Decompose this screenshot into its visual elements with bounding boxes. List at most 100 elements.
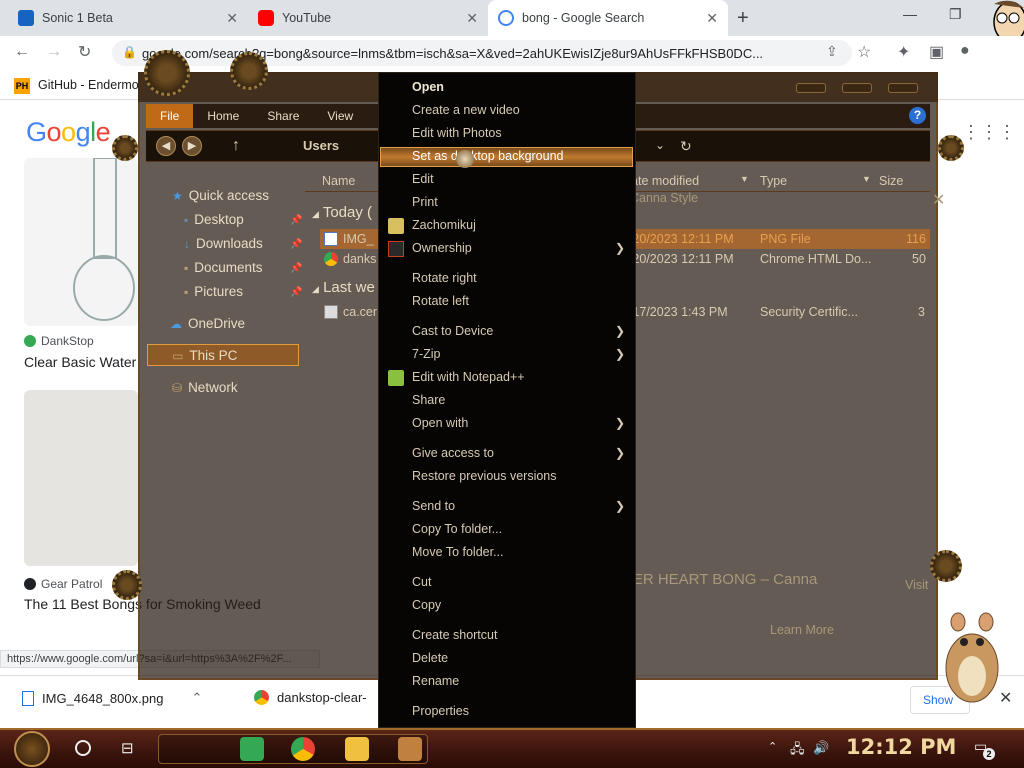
menu-item-edit-photos[interactable]: Edit with Photos (412, 126, 502, 140)
minimize-icon[interactable]: — (903, 6, 917, 22)
ribbon-tab-view[interactable]: View (313, 104, 367, 128)
tab-google-search[interactable]: bong - Google Search ✕ (488, 0, 728, 36)
menu-item-create-shortcut[interactable]: Create shortcut (412, 628, 497, 642)
column-type[interactable]: Type (760, 174, 787, 188)
breadcrumb-users[interactable]: Users (303, 138, 339, 153)
file-explorer-icon[interactable] (345, 737, 369, 761)
nav-documents[interactable]: ▪ Documents (184, 260, 263, 275)
nav-network[interactable]: ⛁ Network (172, 380, 238, 395)
nav-desktop[interactable]: ▪ Desktop (184, 212, 244, 227)
menu-item-open[interactable]: Open (412, 80, 444, 94)
explorer-forward-icon[interactable]: ▶ (182, 136, 202, 156)
menu-item-rotate-left[interactable]: Rotate left (412, 294, 469, 308)
restore-icon[interactable]: ❐ (949, 6, 962, 23)
file-name[interactable]: IMG_ (343, 232, 374, 246)
google-keep-icon[interactable] (240, 737, 264, 761)
menu-item-print[interactable]: Print (412, 195, 438, 209)
new-tab-button[interactable]: + (737, 7, 749, 30)
menu-item-copy[interactable]: Copy (412, 598, 441, 612)
sort-dropdown-icon[interactable]: ▼ (740, 174, 749, 184)
reload-icon[interactable]: ↻ (78, 42, 91, 62)
result-image[interactable] (24, 157, 138, 326)
menu-item-restore-versions[interactable]: Restore previous versions (412, 469, 557, 483)
group-header[interactable]: ◢ Last we (312, 279, 375, 296)
game-app-icon[interactable] (398, 737, 422, 761)
search-icon[interactable] (75, 740, 91, 756)
nav-pictures[interactable]: ▪ Pictures (184, 284, 243, 299)
google-logo[interactable]: Google (26, 117, 111, 148)
forward-icon[interactable]: → (46, 43, 62, 61)
menu-item-ownership[interactable]: Ownership (412, 241, 472, 255)
explorer-back-icon[interactable]: ◀ (156, 136, 176, 156)
tab-youtube[interactable]: YouTube ✕ (248, 0, 488, 36)
bookmark-star-icon[interactable]: ☆ (857, 42, 871, 62)
explorer-close-button[interactable] (888, 83, 918, 93)
menu-item-rotate-right[interactable]: Rotate right (412, 271, 477, 285)
tab-sonic[interactable]: Sonic 1 Beta ✕ (8, 0, 248, 36)
menu-item-zachomikuj[interactable]: Zachomikuj (412, 218, 476, 232)
nav-onedrive[interactable]: ☁ OneDrive (170, 316, 245, 331)
sort-dropdown-icon[interactable]: ▼ (862, 174, 871, 184)
menu-item-copy-to-folder[interactable]: Copy To folder... (412, 522, 502, 536)
task-view-icon[interactable]: ⊟ (121, 739, 134, 757)
google-apps-icon[interactable]: ⋮⋮⋮ (962, 122, 1016, 143)
tray-chevron-icon[interactable]: ⌃ (768, 740, 777, 753)
refresh-icon[interactable]: ↻ (680, 138, 692, 155)
menu-item-notepadpp[interactable]: Edit with Notepad++ (412, 370, 525, 384)
column-name[interactable]: Name (322, 174, 355, 188)
volume-icon[interactable]: 🔊 (813, 740, 829, 756)
file-name[interactable]: danks (343, 252, 376, 266)
result-source[interactable]: Gear Patrol (24, 577, 102, 591)
result-image[interactable] (24, 390, 138, 566)
close-tab-icon[interactable]: ✕ (466, 10, 478, 27)
menu-item-create-video[interactable]: Create a new video (412, 103, 520, 117)
ribbon-tab-file[interactable]: File (146, 104, 194, 128)
menu-item-share[interactable]: Share (412, 393, 445, 407)
chevron-up-icon[interactable]: ⌃ (191, 690, 202, 706)
nav-this-pc[interactable]: ▭ This PC (172, 348, 237, 363)
pin-icon: 📌 (290, 239, 303, 250)
nav-quick-access[interactable]: ★ Quick access (172, 188, 269, 203)
menu-item-edit[interactable]: Edit (412, 172, 434, 186)
ribbon-tab-share[interactable]: Share (253, 104, 313, 128)
side-panel-icon[interactable]: ▣ (929, 42, 944, 62)
close-tab-icon[interactable]: ✕ (706, 10, 718, 27)
result-source[interactable]: DankStop (24, 334, 94, 348)
download-item[interactable]: IMG_4648_800x.png ⌃ (22, 690, 202, 706)
close-tab-icon[interactable]: ✕ (226, 10, 238, 27)
menu-item-rename[interactable]: Rename (412, 674, 459, 688)
menu-item-delete[interactable]: Delete (412, 651, 448, 665)
share-icon[interactable]: ⇪ (826, 43, 838, 60)
start-button[interactable] (14, 731, 50, 767)
menu-item-set-desktop-background[interactable]: Set as desktop background (412, 149, 564, 163)
menu-item-send-to[interactable]: Send to (412, 499, 455, 513)
address-dropdown-icon[interactable]: ⌄ (655, 138, 665, 152)
group-header[interactable]: ◢ Today ( (312, 204, 372, 221)
column-size[interactable]: Size (879, 174, 903, 188)
back-icon[interactable]: ← (14, 43, 30, 61)
bookmark-github[interactable]: GitHub - Endermo (38, 78, 139, 92)
menu-item-cast-to-device[interactable]: Cast to Device (412, 324, 493, 338)
explorer-maximize-button[interactable] (842, 83, 872, 93)
menu-item-properties[interactable]: Properties (412, 704, 469, 718)
address-bar[interactable]: google.com/search?q=bong&source=lnms&tbm… (112, 40, 852, 66)
chrome-icon[interactable] (291, 737, 315, 761)
ribbon-tab-home[interactable]: Home (193, 104, 253, 128)
lock-icon[interactable]: 🔒 (122, 45, 137, 59)
result-title[interactable]: Clear Basic Water (24, 354, 136, 370)
network-tray-icon[interactable]: 🖧 (790, 740, 805, 762)
profile-icon[interactable]: ● (960, 42, 970, 60)
menu-item-give-access[interactable]: Give access to (412, 446, 494, 460)
up-arrow-icon[interactable]: ↑ (232, 137, 240, 155)
extensions-icon[interactable]: ✦ (897, 42, 910, 62)
clock[interactable]: 12:12 PM (846, 735, 956, 759)
menu-item-move-to-folder[interactable]: Move To folder... (412, 545, 504, 559)
menu-item-open-with[interactable]: Open with (412, 416, 468, 430)
download-item[interactable]: dankstop-clear- (254, 690, 367, 705)
nav-downloads[interactable]: ↓ Downloads (184, 236, 263, 251)
file-name[interactable]: ca.cer (343, 305, 377, 319)
help-icon[interactable]: ? (909, 107, 926, 124)
explorer-minimize-button[interactable] (796, 83, 826, 93)
menu-item-7zip[interactable]: 7-Zip (412, 347, 440, 361)
menu-item-cut[interactable]: Cut (412, 575, 431, 589)
